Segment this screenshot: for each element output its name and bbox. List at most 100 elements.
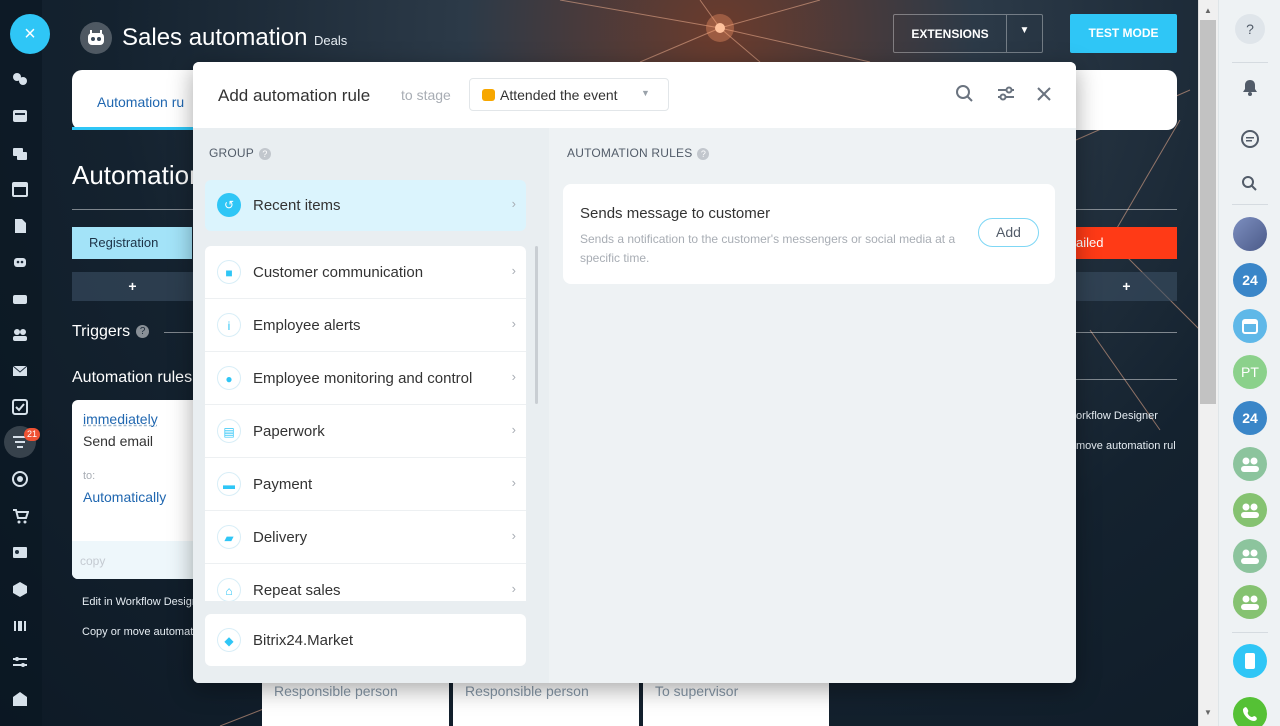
- close-slider-button[interactable]: ×: [10, 14, 50, 54]
- mail-icon[interactable]: [11, 362, 29, 380]
- search-icon[interactable]: [1235, 169, 1265, 199]
- test-mode-button[interactable]: TEST MODE: [1070, 14, 1177, 53]
- cart-icon[interactable]: [11, 507, 29, 525]
- users-icon[interactable]: [11, 325, 29, 343]
- group-customer-communication[interactable]: ■ Customer communication ›: [205, 246, 526, 299]
- divider: [1232, 204, 1268, 205]
- divider: [72, 209, 193, 210]
- stage-selector[interactable]: Attended the event ▼: [469, 78, 669, 111]
- contact-card-icon[interactable]: [11, 543, 29, 561]
- group-label: Paperwork: [253, 423, 325, 440]
- phone-device-icon[interactable]: [1233, 644, 1267, 678]
- people-icon: ●: [217, 366, 241, 390]
- group-label: Bitrix24.Market: [253, 632, 354, 649]
- edit-workflow-link[interactable]: Edit in Workflow Design: [82, 596, 198, 608]
- group-avatar[interactable]: [1233, 447, 1267, 481]
- group-avatar[interactable]: [1233, 493, 1267, 527]
- bitrix24-avatar[interactable]: 24: [1233, 263, 1267, 297]
- chevron-down-icon[interactable]: ▼: [1006, 25, 1043, 36]
- avatar[interactable]: [1233, 217, 1267, 251]
- help-icon[interactable]: ?: [259, 147, 272, 160]
- group-repeat-sales[interactable]: ⌂ Repeat sales ›: [205, 564, 526, 601]
- group-avatar[interactable]: [1233, 585, 1267, 619]
- phone-call-icon[interactable]: [1233, 697, 1267, 726]
- target-icon[interactable]: [11, 470, 29, 488]
- rule-option-title: Sends message to customer: [580, 205, 771, 222]
- divider: [164, 332, 193, 333]
- add-rule-button[interactable]: Add: [978, 218, 1039, 247]
- automation-rules-heading: Automation rules: [72, 369, 193, 386]
- group-payment[interactable]: ▬ Payment ›: [205, 458, 526, 511]
- group-bitrix24-market[interactable]: ◆ Bitrix24.Market: [205, 614, 526, 666]
- tab-automation-rules[interactable]: Automation ru: [97, 94, 184, 110]
- copy-move-link[interactable]: Copy or move automat: [82, 626, 193, 638]
- stage-failed[interactable]: ailed: [1076, 227, 1177, 259]
- to-stage-label: to stage: [401, 87, 451, 103]
- scroll-down-arrow[interactable]: ▼: [1198, 708, 1218, 717]
- robot-icon[interactable]: [11, 252, 29, 270]
- stage-registration[interactable]: Registration: [72, 227, 192, 259]
- help-icon[interactable]: ?: [697, 147, 710, 160]
- user-avatar-pt[interactable]: PT: [1233, 355, 1267, 389]
- copy-link[interactable]: copy: [80, 554, 105, 568]
- help-icon[interactable]: ?: [136, 325, 150, 339]
- help-icon[interactable]: ?: [1235, 14, 1265, 44]
- drive-icon[interactable]: [11, 290, 29, 308]
- add-stage-button[interactable]: +: [72, 272, 193, 301]
- chevron-right-icon: ›: [511, 475, 516, 490]
- copy-move-link[interactable]: move automation rul: [1076, 440, 1176, 452]
- page-subtitle: Deals: [314, 33, 348, 48]
- bell-icon[interactable]: [1235, 72, 1265, 102]
- chat-icon[interactable]: [1235, 124, 1265, 154]
- close-icon: ×: [24, 23, 36, 45]
- group-employee-monitoring[interactable]: ● Employee monitoring and control ›: [205, 352, 526, 405]
- group-employee-alerts[interactable]: i Employee alerts ›: [205, 299, 526, 352]
- messages-icon[interactable]: [11, 145, 29, 163]
- extensions-button[interactable]: EXTENSIONS ▼: [893, 14, 1043, 53]
- close-icon[interactable]: [1032, 82, 1056, 106]
- group-recent-items[interactable]: ↺ Recent items ›: [205, 180, 526, 231]
- chevron-right-icon: ›: [511, 316, 516, 331]
- info-icon: i: [217, 313, 241, 337]
- scrollbar-thumb[interactable]: [1200, 20, 1216, 404]
- rule-action: Send email: [83, 433, 154, 449]
- edit-workflow-link[interactable]: orkflow Designer: [1076, 410, 1158, 422]
- calendar-icon[interactable]: [11, 180, 29, 198]
- add-stage-button[interactable]: +: [1076, 272, 1177, 301]
- rule-timing-link[interactable]: immediately: [83, 411, 158, 427]
- filter-settings-icon[interactable]: [994, 82, 1018, 106]
- divider: [1232, 632, 1268, 633]
- group-label: Delivery: [253, 529, 308, 546]
- feed-icon[interactable]: [11, 107, 29, 125]
- rule-card[interactable]: immediately Send email to: Automatically…: [72, 400, 193, 579]
- calendar-avatar[interactable]: [1233, 309, 1267, 343]
- tasks-icon[interactable]: [11, 398, 29, 416]
- group-label: Payment: [253, 476, 313, 493]
- barcode-icon[interactable]: [11, 617, 29, 635]
- building-icon[interactable]: [11, 690, 29, 708]
- group-label: Recent items: [253, 197, 341, 214]
- rule-option-card: Sends message to customer Sends a notifi…: [563, 184, 1055, 284]
- bitrix24-avatar[interactable]: 24: [1233, 401, 1267, 435]
- add-automation-rule-dialog: Add automation rule to stage Attended th…: [193, 62, 1076, 683]
- triggers-heading: Triggers?: [72, 323, 150, 341]
- group-delivery[interactable]: ▰ Delivery ›: [205, 511, 526, 564]
- group-list-scrollbar[interactable]: [535, 246, 538, 404]
- group-avatar[interactable]: [1233, 539, 1267, 573]
- rule-to-value[interactable]: Automatically: [83, 489, 166, 505]
- box-icon[interactable]: [11, 580, 29, 598]
- scroll-up-arrow[interactable]: ▲: [1198, 6, 1218, 15]
- chevron-right-icon: ›: [511, 528, 516, 543]
- settings-sliders-icon[interactable]: [11, 653, 29, 671]
- search-icon[interactable]: [953, 82, 977, 106]
- document-icon: ▤: [217, 419, 241, 443]
- group-header: GROUP?: [209, 146, 272, 160]
- tab-underline: [72, 127, 196, 130]
- dialog-title: Add automation rule: [218, 86, 371, 105]
- rules-header: AUTOMATION RULES?: [567, 146, 710, 160]
- group-paperwork[interactable]: ▤ Paperwork ›: [205, 405, 526, 458]
- group-header-label: GROUP: [209, 146, 255, 160]
- divider: [1076, 379, 1177, 380]
- chat-bubbles-icon[interactable]: [11, 70, 29, 88]
- document-icon[interactable]: [11, 217, 29, 235]
